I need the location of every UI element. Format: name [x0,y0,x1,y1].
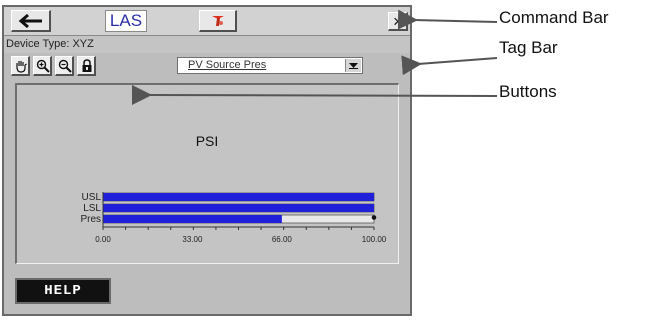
tag-bar-leader [401,55,498,76]
command-bar-leader [397,9,498,30]
callout-buttons: Buttons [499,82,557,101]
buttons-leader [131,84,498,105]
callout-command-bar: Command Bar [499,8,609,27]
callout-tag-bar: Tag Bar [499,38,558,57]
callout-lines [131,9,498,105]
